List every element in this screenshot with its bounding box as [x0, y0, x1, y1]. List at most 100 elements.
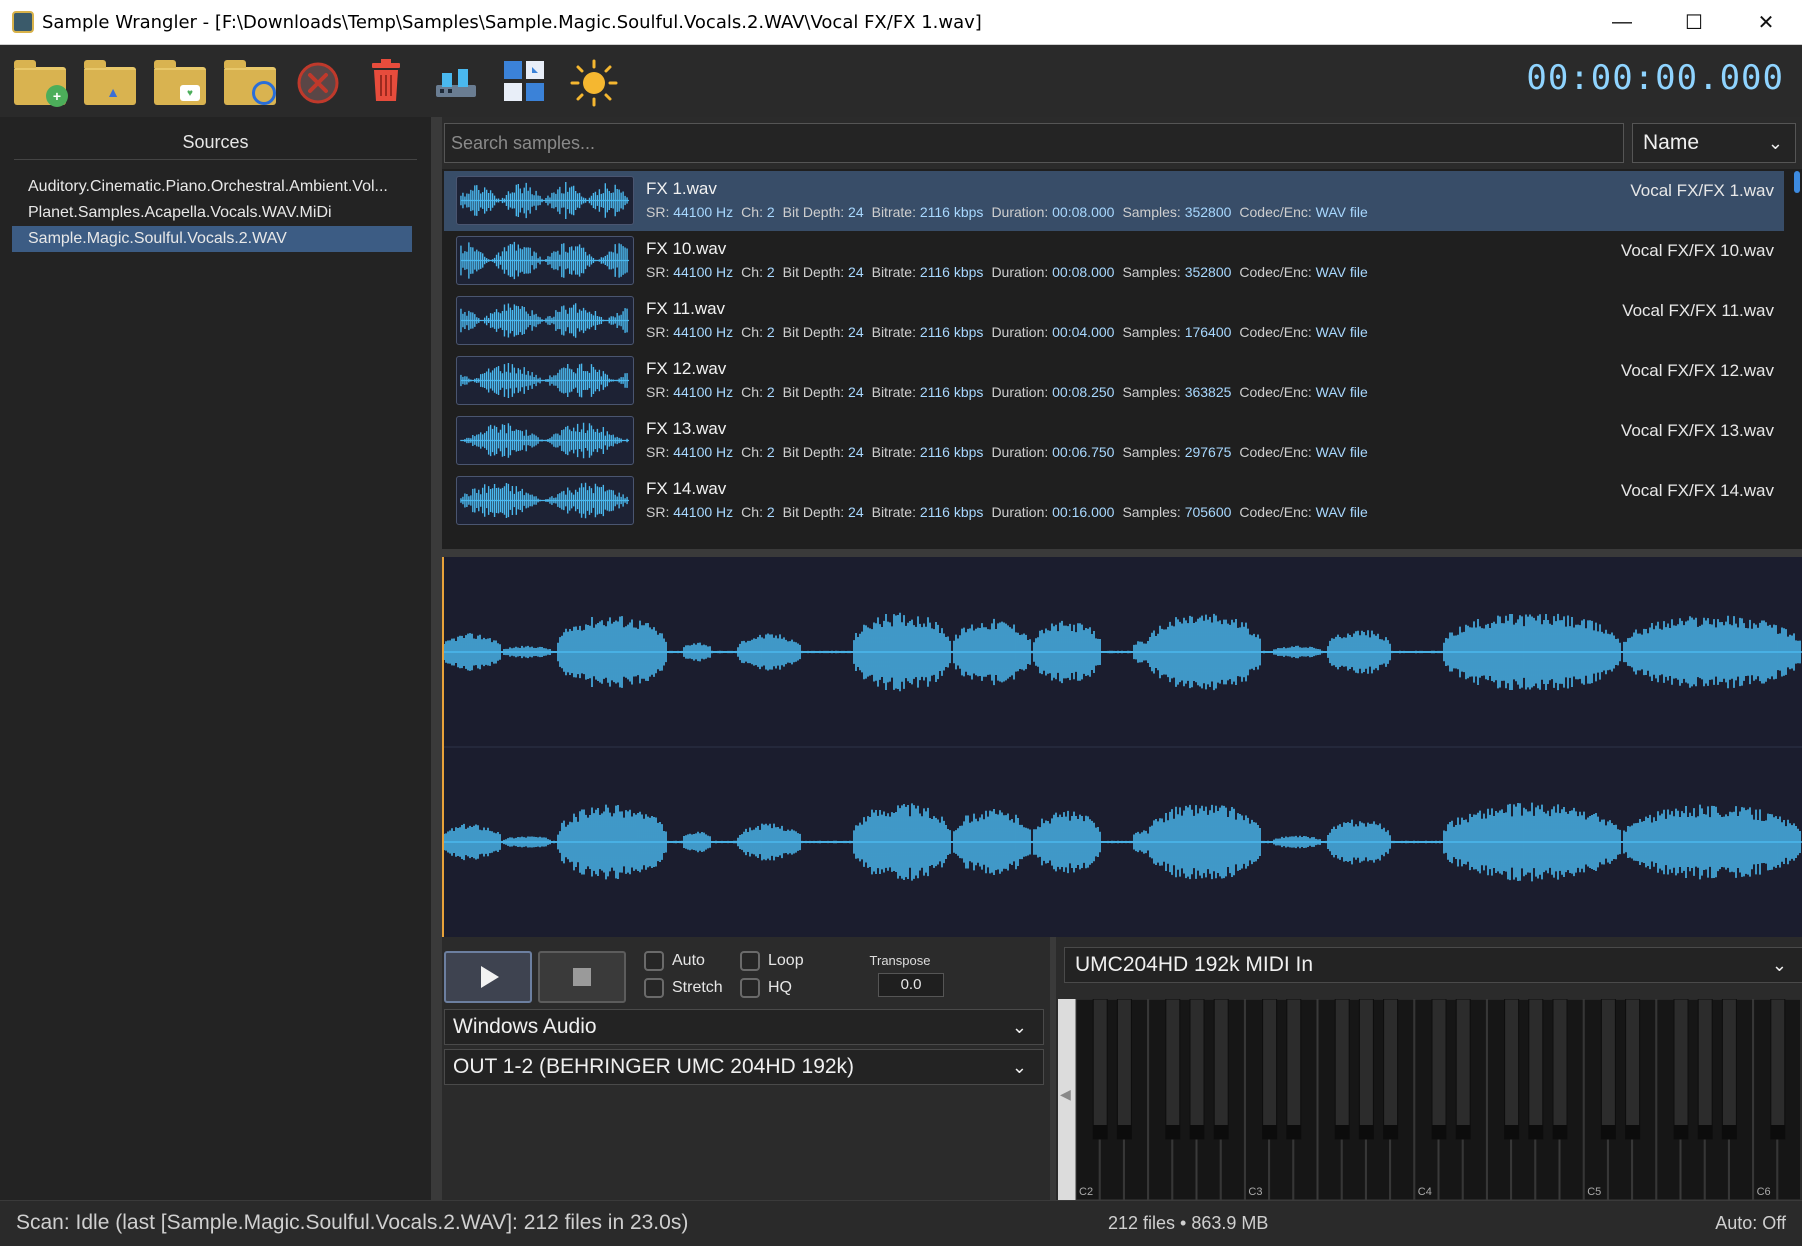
play-button[interactable] — [444, 951, 532, 1003]
meta-label: Duration: — [991, 264, 1053, 280]
meta-value: 2 — [766, 324, 775, 340]
meta-value: 24 — [848, 204, 864, 220]
theme-button[interactable] — [570, 59, 622, 107]
audio-driver-dropdown[interactable]: Windows Audio ⌄ — [444, 1009, 1044, 1045]
auto-checkbox[interactable]: Auto — [644, 951, 705, 971]
playback-timer: 00:00:00.000 — [1526, 58, 1784, 98]
waveform-thumbnail — [456, 476, 634, 525]
sample-row[interactable]: FX 13.wav SR: 44100 Hz Ch: 2 Bit Depth: 24 B… — [444, 411, 1784, 471]
stretch-checkbox[interactable]: Stretch — [644, 978, 723, 998]
meta-label: Ch: — [741, 384, 767, 400]
black-key — [1358, 999, 1374, 1140]
cancel-button[interactable] — [296, 59, 348, 105]
horizontal-splitter[interactable] — [442, 549, 1802, 557]
meta-value: 2116 kbps — [919, 504, 984, 520]
library-summary: 212 files • 863.9 MB — [1108, 1213, 1269, 1233]
image-folder-icon: ♥ — [154, 60, 206, 105]
maximize-button[interactable]: ☐ — [1658, 0, 1730, 45]
black-key — [1552, 999, 1568, 1140]
waveform-view[interactable] — [442, 557, 1802, 937]
playhead[interactable] — [442, 557, 444, 937]
stop-icon — [573, 968, 591, 986]
sample-name: FX 14.wav — [646, 479, 727, 498]
meta-value: WAV file — [1315, 444, 1368, 460]
meta-value: 00:16.000 — [1052, 504, 1115, 520]
image-folder-button[interactable]: ♥ — [154, 59, 206, 105]
devices-button[interactable] — [434, 59, 486, 105]
search-input[interactable]: Search samples... — [444, 123, 1624, 163]
meta-value: WAV file — [1315, 504, 1368, 520]
black-key — [1721, 999, 1737, 1140]
sample-path: Vocal FX/FX 10.wav — [1620, 241, 1774, 260]
black-key — [1504, 999, 1520, 1140]
meta-label: Codec/Enc: — [1239, 324, 1316, 340]
meta-value: 24 — [848, 504, 864, 520]
sample-row[interactable]: FX 14.wav SR: 44100 Hz Ch: 2 Bit Depth: 24 B… — [444, 471, 1784, 531]
sample-metadata: SR: 44100 Hz Ch: 2 Bit Depth: 24 Bitrate: 2… — [646, 324, 1376, 340]
waveform-thumbnail — [456, 296, 634, 345]
source-item-selected[interactable]: Sample.Magic.Soulful.Vocals.2.WAV — [12, 226, 412, 252]
meta-value: 363825 — [1184, 384, 1232, 400]
loop-checkbox[interactable]: Loop — [740, 951, 804, 971]
chevron-left-icon: ◀ — [1060, 1086, 1071, 1102]
sample-name: FX 13.wav — [646, 419, 727, 438]
rescan-folder-icon — [224, 60, 276, 105]
scan-status: Scan: Idle (last [Sample.Magic.Soulful.V… — [16, 1211, 689, 1234]
sample-name: FX 11.wav — [646, 299, 726, 318]
meta-label: Codec/Enc: — [1239, 504, 1316, 520]
meta-value: 2 — [766, 504, 775, 520]
meta-label: SR: — [646, 204, 674, 220]
vertical-splitter[interactable] — [432, 117, 442, 1200]
waveform-channel — [442, 802, 1802, 882]
sample-row[interactable]: FX 12.wav SR: 44100 Hz Ch: 2 Bit Depth: 24 B… — [444, 351, 1784, 411]
source-item[interactable]: Planet.Samples.Acapella.Vocals.WAV.MiDi — [12, 200, 412, 226]
rescan-folder-button[interactable] — [224, 59, 276, 105]
meta-value: 352800 — [1184, 264, 1232, 280]
checkbox-box — [740, 978, 760, 998]
black-key — [1189, 999, 1205, 1140]
sample-row-selected[interactable]: FX 1.wav SR: 44100 Hz Ch: 2 Bit Depth: 24 Bi… — [444, 171, 1784, 231]
play-icon — [481, 966, 499, 988]
meta-label: Ch: — [741, 204, 767, 220]
minimize-button[interactable]: — — [1586, 0, 1658, 45]
hq-checkbox[interactable]: HQ — [740, 978, 792, 998]
octave-label: C3 — [1248, 1186, 1262, 1198]
sample-path: Vocal FX/FX 13.wav — [1620, 421, 1774, 440]
meta-label: Bit Depth: — [782, 264, 849, 280]
launch-folder-button[interactable]: ▲ — [84, 59, 136, 105]
sample-path: Vocal FX/FX 11.wav — [1622, 301, 1774, 320]
sample-row[interactable]: FX 11.wav SR: 44100 Hz Ch: 2 Bit Depth: 24 B… — [444, 291, 1784, 351]
meta-value: 00:08.000 — [1052, 204, 1115, 220]
list-scrollbar[interactable] — [1794, 171, 1800, 193]
piano-keyboard[interactable]: ◀ C2 C3 C4 C5 C6 — [1058, 999, 1800, 1200]
stop-button[interactable] — [538, 951, 626, 1003]
sample-row[interactable]: FX 10.wav SR: 44100 Hz Ch: 2 Bit Depth: 24 B… — [444, 231, 1784, 291]
meta-label: Bitrate: — [871, 324, 920, 340]
transpose-input[interactable]: 0.0 — [878, 973, 944, 997]
layout-button[interactable] — [502, 59, 554, 105]
meta-value: 352800 — [1184, 204, 1232, 220]
black-key — [1116, 999, 1132, 1140]
close-button[interactable]: ✕ — [1730, 0, 1802, 45]
chevron-down-icon: ⌄ — [1767, 133, 1783, 153]
audio-output-dropdown[interactable]: OUT 1-2 (BEHRINGER UMC 204HD 192k) ⌄ — [444, 1049, 1044, 1085]
black-key — [1262, 999, 1278, 1140]
sample-name: FX 1.wav — [646, 179, 717, 198]
meta-label: SR: — [646, 504, 674, 520]
sort-dropdown[interactable]: Name ⌄ — [1632, 123, 1796, 163]
checkbox-box — [740, 951, 760, 971]
add-folder-button[interactable]: + — [14, 59, 68, 107]
black-key — [1697, 999, 1713, 1140]
midi-input-dropdown[interactable]: UMC204HD 192k MIDI In ⌄ — [1064, 947, 1802, 983]
meta-value: 44100 Hz — [673, 504, 734, 520]
launch-folder-icon: ▲ — [84, 60, 136, 105]
meta-label: Ch: — [741, 504, 767, 520]
meta-value: 2 — [766, 384, 775, 400]
meta-label: Ch: — [741, 444, 767, 460]
meta-value: 2 — [766, 444, 775, 460]
sources-panel: Sources Auditory.Cinematic.Piano.Orchest… — [0, 117, 432, 1200]
meta-label: SR: — [646, 444, 674, 460]
source-item[interactable]: Auditory.Cinematic.Piano.Orchestral.Ambi… — [12, 174, 412, 200]
chevron-down-icon: ⌄ — [1011, 1057, 1027, 1077]
delete-button[interactable] — [366, 59, 418, 105]
